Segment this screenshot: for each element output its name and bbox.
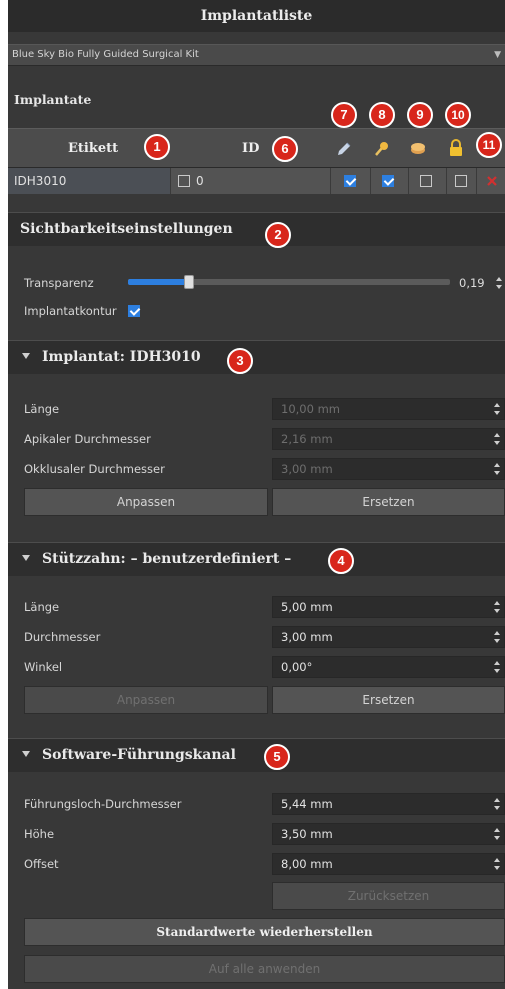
- apply-to-all-button[interactable]: Auf alle anwenden: [24, 955, 505, 983]
- restore-defaults-button[interactable]: Standardwerte wiederherstellen: [24, 918, 505, 946]
- guide-height-field[interactable]: 3,50 mm: [272, 823, 505, 845]
- apical-diameter-field[interactable]: 2,16 mm: [272, 428, 505, 450]
- guide-offset-field[interactable]: 8,00 mm: [272, 853, 505, 875]
- guide-section-header[interactable]: Software-Führungskanal: [8, 738, 505, 772]
- transparency-slider-fill: [128, 279, 189, 285]
- spinner-icon[interactable]: [494, 827, 500, 841]
- abutment-adjust-button[interactable]: Anpassen: [24, 686, 268, 714]
- field-value: 10,00 mm: [281, 402, 340, 416]
- transparency-slider-thumb[interactable]: [184, 275, 194, 289]
- annotation-badge-2: 2: [265, 222, 291, 248]
- spinner-icon[interactable]: [494, 402, 500, 416]
- annotation-badge-7: 7: [331, 102, 357, 128]
- cylinder-checkbox[interactable]: [420, 175, 432, 187]
- implant-adjust-button[interactable]: Anpassen: [24, 488, 268, 516]
- field-label: Apikaler Durchmesser: [24, 432, 151, 446]
- lock-checkbox[interactable]: [455, 175, 467, 187]
- field-label: Führungsloch-Durchmesser: [24, 797, 182, 811]
- occlusal-diameter-field[interactable]: 3,00 mm: [272, 458, 505, 480]
- field-value: 3,00 mm: [281, 630, 333, 644]
- field-label: Okklusaler Durchmesser: [24, 462, 165, 476]
- annotation-badge-8: 8: [369, 102, 395, 128]
- transparency-value: 0,19: [459, 276, 485, 290]
- contour-checkbox[interactable]: [128, 305, 140, 317]
- spinner-icon[interactable]: [494, 660, 500, 674]
- chevron-down-icon: ▼: [494, 50, 501, 60]
- column-header-label[interactable]: Etikett: [68, 141, 118, 156]
- edit-checkbox[interactable]: [344, 175, 356, 187]
- contour-label: Implantatkontur: [24, 304, 117, 318]
- implant-list-panel: Implantatliste Blue Sky Bio Fully Guided…: [8, 0, 505, 989]
- lock-icon[interactable]: [448, 138, 464, 158]
- implants-section-label: Implantate: [14, 92, 92, 107]
- pin-checkbox[interactable]: [382, 175, 394, 187]
- field-label: Winkel: [24, 660, 63, 674]
- annotation-badge-9: 9: [407, 102, 433, 128]
- implant-replace-button[interactable]: Ersetzen: [272, 488, 505, 516]
- abutment-angle-field[interactable]: 0,00°: [272, 656, 505, 678]
- annotation-badge-11: 11: [476, 132, 502, 158]
- field-value: 5,00 mm: [281, 600, 333, 614]
- spinner-icon[interactable]: [494, 462, 500, 476]
- implant-label: IDH3010: [14, 174, 67, 188]
- kit-select[interactable]: Blue Sky Bio Fully Guided Surgical Kit ▼: [8, 44, 505, 66]
- abutment-length-field[interactable]: 5,00 mm: [272, 596, 505, 618]
- field-value: 0,00°: [281, 660, 313, 674]
- cylinder-icon[interactable]: [409, 141, 427, 157]
- implant-id: 0: [196, 174, 204, 188]
- annotation-badge-10: 10: [445, 102, 471, 128]
- id-checkbox[interactable]: [178, 175, 190, 187]
- delete-icon[interactable]: [486, 175, 498, 187]
- visibility-title: Sichtbarkeitseinstellungen: [20, 221, 233, 237]
- field-value: 3,50 mm: [281, 827, 333, 841]
- transparency-label: Transparenz: [24, 276, 94, 290]
- spinner-icon[interactable]: [494, 600, 500, 614]
- field-label: Durchmesser: [24, 630, 101, 644]
- annotation-badge-1: 1: [144, 134, 170, 160]
- spinner-icon[interactable]: [494, 797, 500, 811]
- spinner-icon[interactable]: [494, 432, 500, 446]
- annotation-badge-5: 5: [264, 744, 290, 770]
- annotation-badge-6: 6: [272, 136, 298, 162]
- guide-hole-diameter-field[interactable]: 5,44 mm: [272, 793, 505, 815]
- pencil-icon[interactable]: [335, 140, 353, 158]
- abutment-diameter-field[interactable]: 3,00 mm: [272, 626, 505, 648]
- column-header-id[interactable]: ID: [242, 141, 259, 156]
- abutment-section-title: Stützzahn: – benutzerdefiniert –: [42, 551, 292, 567]
- transparency-slider[interactable]: [128, 275, 450, 289]
- collapse-triangle-icon: [22, 555, 30, 561]
- field-value: 3,00 mm: [281, 462, 333, 476]
- field-label: Länge: [24, 402, 60, 416]
- collapse-triangle-icon: [22, 751, 30, 757]
- id-cell: [170, 168, 330, 194]
- annotation-badge-4: 4: [328, 548, 354, 574]
- abutment-replace-button[interactable]: Ersetzen: [272, 686, 505, 714]
- visibility-section-header[interactable]: Sichtbarkeitseinstellungen: [8, 212, 505, 246]
- field-label: Höhe: [24, 827, 55, 841]
- field-value: 5,44 mm: [281, 797, 333, 811]
- table-row[interactable]: IDH3010 0: [8, 168, 505, 194]
- annotation-badge-3: 3: [227, 348, 253, 374]
- field-label: Länge: [24, 600, 60, 614]
- collapse-triangle-icon: [22, 353, 30, 359]
- kit-select-value: Blue Sky Bio Fully Guided Surgical Kit: [12, 49, 199, 60]
- implant-table-header: Etikett ID: [8, 128, 505, 168]
- field-label: Offset: [24, 857, 59, 871]
- field-value: 8,00 mm: [281, 857, 333, 871]
- implant-length-field[interactable]: 10,00 mm: [272, 398, 505, 420]
- spinner-icon[interactable]: [494, 630, 500, 644]
- abutment-section-header[interactable]: Stützzahn: – benutzerdefiniert –: [8, 542, 505, 576]
- field-value: 2,16 mm: [281, 432, 333, 446]
- panel-title: Implantatliste: [8, 0, 505, 32]
- transparency-spinner[interactable]: [496, 276, 502, 290]
- implant-section-header[interactable]: Implantat: IDH3010: [8, 340, 505, 374]
- reset-button[interactable]: Zurücksetzen: [272, 882, 505, 910]
- implant-section-title: Implantat: IDH3010: [42, 349, 201, 365]
- guide-section-title: Software-Führungskanal: [42, 747, 236, 763]
- spinner-icon[interactable]: [494, 857, 500, 871]
- pin-icon[interactable]: [372, 140, 390, 158]
